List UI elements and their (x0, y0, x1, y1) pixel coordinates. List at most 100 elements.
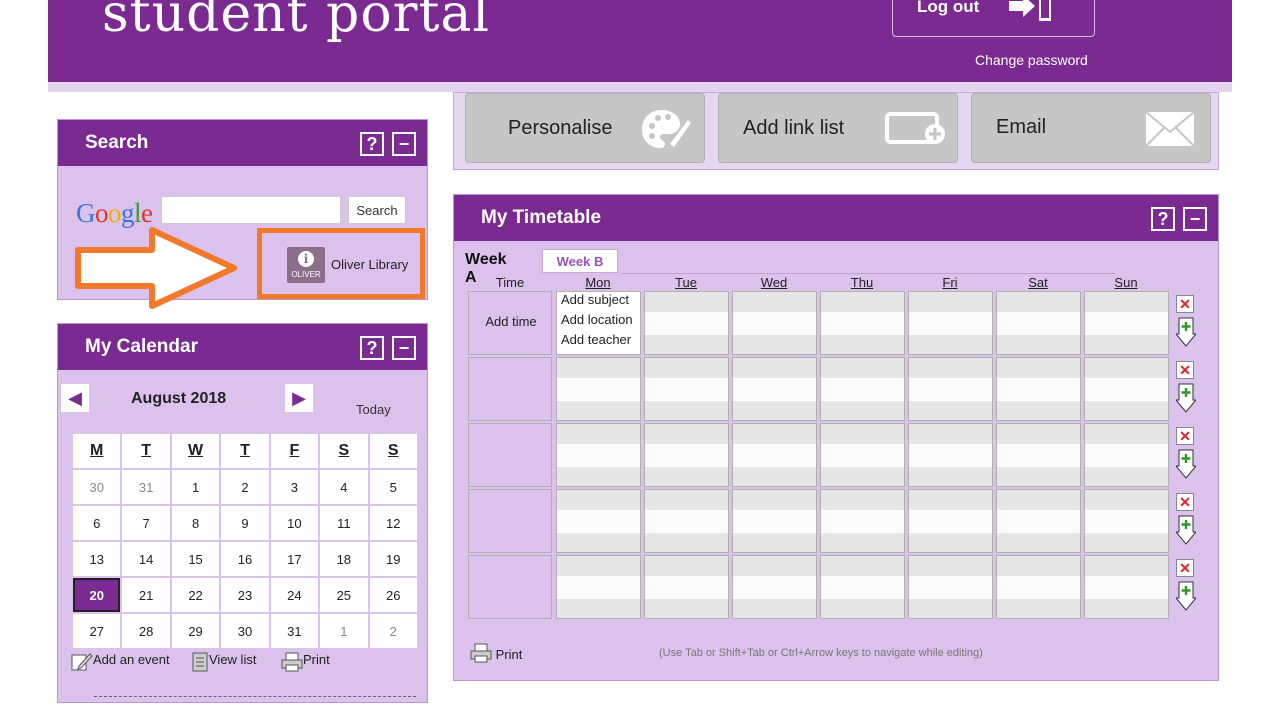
calendar-day[interactable]: 18 (320, 542, 368, 576)
calendar-day[interactable]: 19 (369, 542, 417, 576)
calendar-day[interactable]: 14 (122, 542, 170, 576)
calendar-day[interactable]: 25 (320, 578, 368, 612)
add-row-icon[interactable] (1174, 515, 1198, 550)
prev-month-button[interactable]: ◀ (61, 384, 89, 412)
calendar-day[interactable]: 27 (73, 614, 121, 648)
today-button[interactable]: Today (356, 402, 391, 417)
calendar-day[interactable]: 8 (171, 506, 220, 540)
calendar-print-button[interactable]: Print (281, 652, 330, 672)
calendar-day[interactable]: 31 (122, 470, 170, 504)
time-cell[interactable] (468, 489, 552, 553)
timetable-cell[interactable] (644, 357, 729, 421)
add-event-button[interactable]: Add an event (71, 652, 170, 672)
timetable-cell[interactable] (556, 489, 641, 553)
add-subject-link[interactable]: Add subject (561, 292, 629, 307)
calendar-day[interactable]: 5 (369, 470, 417, 504)
oliver-library-icon[interactable]: i OLIVER (287, 247, 325, 283)
calendar-day-selected[interactable]: 20 (73, 578, 121, 612)
calendar-day[interactable]: 10 (270, 506, 319, 540)
calendar-day[interactable]: 1 (171, 470, 220, 504)
calendar-day[interactable]: 9 (221, 506, 269, 540)
calendar-day[interactable]: 11 (320, 506, 368, 540)
timetable-cell[interactable] (820, 291, 905, 355)
timetable-cell[interactable] (908, 555, 993, 619)
time-cell[interactable]: Add time (468, 291, 552, 355)
add-link-list-button[interactable]: Add link list (718, 93, 958, 163)
timetable-cell[interactable] (908, 489, 993, 553)
timetable-cell[interactable] (820, 423, 905, 487)
help-button[interactable]: ? (1151, 207, 1175, 231)
add-time-link[interactable]: Add time (469, 314, 553, 329)
calendar-day[interactable]: 29 (171, 614, 220, 648)
calendar-day[interactable]: 13 (73, 542, 121, 576)
timetable-cell[interactable] (908, 291, 993, 355)
timetable-cell[interactable] (820, 555, 905, 619)
oliver-library-link[interactable]: Oliver Library (331, 257, 408, 272)
add-row-icon[interactable] (1174, 581, 1198, 616)
timetable-cell[interactable] (1084, 291, 1169, 355)
timetable-print-button[interactable]: Print (470, 643, 522, 663)
timetable-cell[interactable] (644, 423, 729, 487)
calendar-day[interactable]: 28 (122, 614, 170, 648)
delete-row-icon[interactable]: ✕ (1176, 559, 1194, 577)
calendar-day[interactable]: 17 (270, 542, 319, 576)
calendar-day[interactable]: 3 (270, 470, 319, 504)
timetable-cell[interactable] (1084, 423, 1169, 487)
logout-button[interactable]: Log out (892, 0, 1095, 37)
minimize-button[interactable]: − (392, 336, 416, 360)
calendar-day[interactable]: 31 (270, 614, 319, 648)
timetable-cell[interactable] (556, 357, 641, 421)
calendar-day[interactable]: 16 (221, 542, 269, 576)
timetable-cell[interactable] (908, 357, 993, 421)
delete-row-icon[interactable]: ✕ (1176, 295, 1194, 313)
time-cell[interactable] (468, 555, 552, 619)
timetable-cell[interactable] (1084, 555, 1169, 619)
add-row-icon[interactable] (1174, 383, 1198, 418)
calendar-day[interactable]: 1 (320, 614, 368, 648)
timetable-cell[interactable] (820, 357, 905, 421)
timetable-cell[interactable] (1084, 489, 1169, 553)
next-month-button[interactable]: ▶ (285, 384, 313, 412)
timetable-cell[interactable] (732, 555, 817, 619)
minimize-button[interactable]: − (1183, 207, 1207, 231)
timetable-cell[interactable] (556, 423, 641, 487)
timetable-cell[interactable] (996, 489, 1081, 553)
calendar-day[interactable]: 21 (122, 578, 170, 612)
calendar-day[interactable]: 7 (122, 506, 170, 540)
delete-row-icon[interactable]: ✕ (1176, 493, 1194, 511)
timetable-cell[interactable] (996, 357, 1081, 421)
calendar-day[interactable]: 2 (221, 470, 269, 504)
calendar-day[interactable]: 15 (171, 542, 220, 576)
timetable-cell[interactable] (908, 423, 993, 487)
tab-week-b[interactable]: Week B (542, 249, 618, 273)
timetable-cell[interactable] (556, 555, 641, 619)
calendar-day[interactable]: 2 (369, 614, 417, 648)
timetable-cell[interactable]: Add subject Add location Add teacher (556, 291, 641, 355)
timetable-cell[interactable] (732, 291, 817, 355)
timetable-cell[interactable] (644, 291, 729, 355)
view-list-button[interactable]: View list (191, 652, 256, 672)
calendar-day[interactable]: 4 (320, 470, 368, 504)
calendar-day[interactable]: 23 (221, 578, 269, 612)
calendar-day[interactable]: 12 (369, 506, 417, 540)
delete-row-icon[interactable]: ✕ (1176, 361, 1194, 379)
timetable-cell[interactable] (732, 423, 817, 487)
minimize-button[interactable]: − (392, 132, 416, 156)
calendar-day[interactable]: 22 (171, 578, 220, 612)
delete-row-icon[interactable]: ✕ (1176, 427, 1194, 445)
timetable-cell[interactable] (732, 489, 817, 553)
timetable-cell[interactable] (996, 291, 1081, 355)
add-location-link[interactable]: Add location (561, 312, 633, 327)
timetable-cell[interactable] (996, 555, 1081, 619)
timetable-cell[interactable] (996, 423, 1081, 487)
add-row-icon[interactable] (1174, 449, 1198, 484)
calendar-day[interactable]: 30 (73, 470, 121, 504)
search-button[interactable]: Search (348, 196, 406, 224)
calendar-day[interactable]: 6 (73, 506, 121, 540)
personalise-button[interactable]: Personalise (465, 93, 705, 163)
timetable-cell[interactable] (1084, 357, 1169, 421)
timetable-cell[interactable] (820, 489, 905, 553)
search-input[interactable] (161, 196, 341, 224)
timetable-cell[interactable] (644, 489, 729, 553)
timetable-cell[interactable] (644, 555, 729, 619)
